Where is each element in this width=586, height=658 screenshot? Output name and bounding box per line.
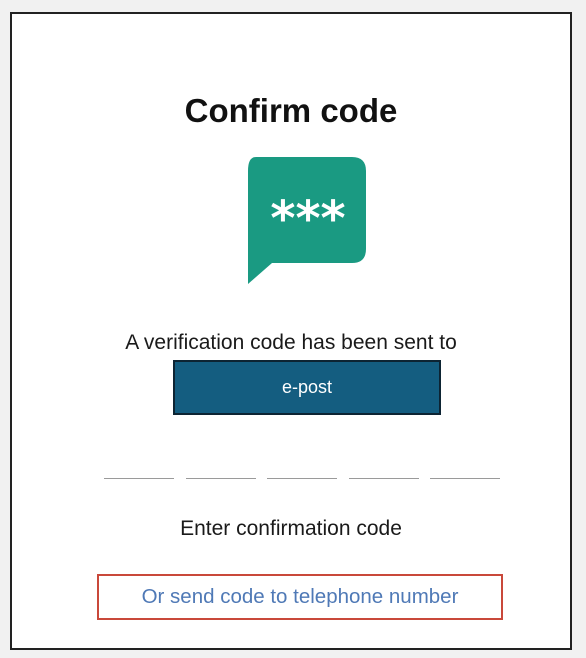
send-to-telephone-link[interactable]: Or send code to telephone number xyxy=(97,574,503,620)
code-input-group xyxy=(104,460,500,480)
code-digit-5[interactable] xyxy=(430,460,500,479)
code-digit-3[interactable] xyxy=(267,460,337,479)
password-message-icon: *** xyxy=(242,157,366,285)
sent-message: A verification code has been sent to xyxy=(125,331,457,354)
code-digit-4[interactable] xyxy=(348,460,419,479)
code-digit-2[interactable] xyxy=(185,460,256,479)
code-digit-1[interactable] xyxy=(104,460,174,479)
recipient-badge: e-post xyxy=(173,360,441,415)
confirm-code-dialog: Confirm code *** A verification code has… xyxy=(10,12,572,650)
dialog-title: Confirm code xyxy=(184,92,398,129)
enter-code-label: Enter confirmation code xyxy=(180,517,402,540)
asterisk-glyph: *** xyxy=(270,191,345,247)
